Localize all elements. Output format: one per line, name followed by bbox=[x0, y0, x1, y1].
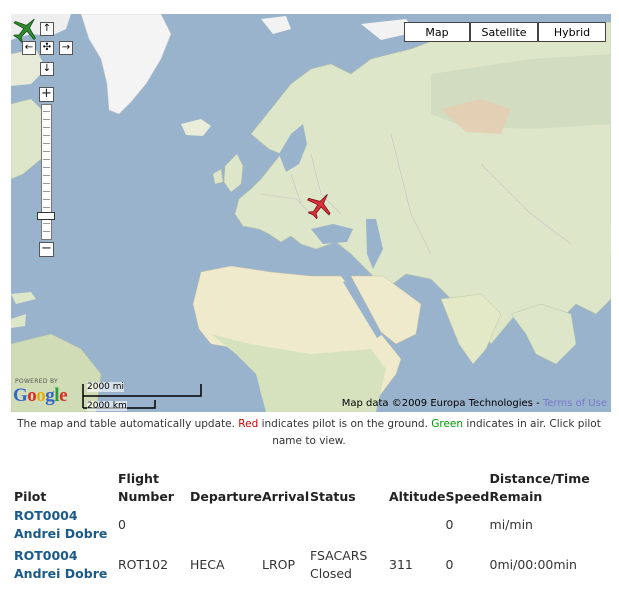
flight-number-cell: 0 bbox=[118, 517, 126, 532]
zoom-in-button[interactable]: + bbox=[39, 87, 54, 102]
flights-table: Pilot Flight Number Departure Arrival St… bbox=[11, 468, 610, 585]
status-cell bbox=[310, 506, 389, 544]
red-legend-word: Red bbox=[238, 418, 259, 430]
google-wordmark: Google bbox=[13, 385, 67, 406]
pilot-cell: ROT0004 Andrei Dobre bbox=[11, 506, 118, 544]
pilot-link[interactable]: ROT0004 Andrei Dobre bbox=[14, 508, 107, 541]
pan-up-button[interactable]: ↑ bbox=[40, 22, 54, 36]
red-aircraft-icon[interactable] bbox=[305, 190, 335, 220]
speed-cell: 0 bbox=[445, 517, 454, 532]
altitude-cell: 311 bbox=[389, 556, 413, 572]
map-scale: 2000 mi 2000 km bbox=[81, 382, 203, 412]
table-row: ROT0004 Andrei Dobre 0 0 mi/min bbox=[11, 506, 610, 544]
scale-metric: 2000 km bbox=[87, 401, 127, 411]
header-flight-number: Flight Number bbox=[118, 471, 174, 504]
altitude-cell bbox=[389, 506, 446, 544]
table-header-row: Pilot Flight Number Departure Arrival St… bbox=[11, 468, 610, 506]
header-arrival: Arrival bbox=[262, 489, 310, 504]
map-attribution: Map data ©2009 Europa Technologies - Ter… bbox=[341, 398, 607, 409]
header-departure: Departure bbox=[190, 489, 262, 504]
speed-cell: 0 bbox=[445, 556, 454, 572]
table-row: ROT0004 Andrei Dobre ROT102 HECA LROP FSA… bbox=[11, 544, 610, 585]
map-legend-note: The map and table automatically update. … bbox=[17, 418, 601, 447]
map-type-button-hybrid[interactable]: Hybrid bbox=[538, 22, 606, 42]
pan-left-button[interactable]: ← bbox=[22, 41, 36, 55]
header-distance-time: Distance/Time Remain bbox=[489, 471, 590, 504]
green-legend-word: Green bbox=[431, 418, 464, 430]
zoom-slider-thumb[interactable] bbox=[37, 212, 55, 220]
arrival-cell: LROP bbox=[262, 556, 296, 572]
map-type-button-satellite[interactable]: Satellite bbox=[470, 22, 538, 42]
distance-time-cell: mi/min bbox=[489, 517, 533, 532]
map-type-button-map[interactable]: Map bbox=[404, 22, 470, 42]
status-cell: FSACARS Closed bbox=[310, 547, 368, 581]
header-altitude: Altitude bbox=[389, 489, 446, 504]
pan-down-button[interactable]: ↓ bbox=[40, 62, 54, 76]
pan-right-button[interactable]: → bbox=[59, 41, 73, 55]
scale-imperial: 2000 mi bbox=[87, 382, 125, 392]
header-speed: Speed bbox=[445, 489, 490, 504]
terms-of-use-link[interactable]: Terms of Use bbox=[543, 398, 607, 409]
pan-center-button[interactable]: ✣ bbox=[40, 41, 54, 55]
flight-number-cell: ROT102 bbox=[118, 556, 169, 572]
header-pilot: Pilot bbox=[14, 489, 47, 504]
header-status: Status bbox=[310, 489, 356, 504]
pilot-cell: ROT0004 Andrei Dobre bbox=[11, 544, 118, 585]
arrival-cell bbox=[262, 506, 310, 544]
powered-by-text: POWERED BY bbox=[15, 378, 59, 385]
green-aircraft-icon[interactable] bbox=[11, 14, 41, 44]
departure-cell bbox=[190, 506, 262, 544]
zoom-out-button[interactable]: − bbox=[39, 242, 54, 257]
flight-map[interactable]: Map Satellite Hybrid ↑ ← ✣ → ↓ + − POWER… bbox=[11, 14, 611, 412]
pilot-link[interactable]: ROT0004 Andrei Dobre bbox=[14, 548, 107, 581]
distance-time-cell: 0mi/00:00min bbox=[489, 556, 577, 572]
departure-cell: HECA bbox=[190, 556, 225, 572]
google-logo[interactable]: POWERED BY Google bbox=[13, 376, 81, 410]
